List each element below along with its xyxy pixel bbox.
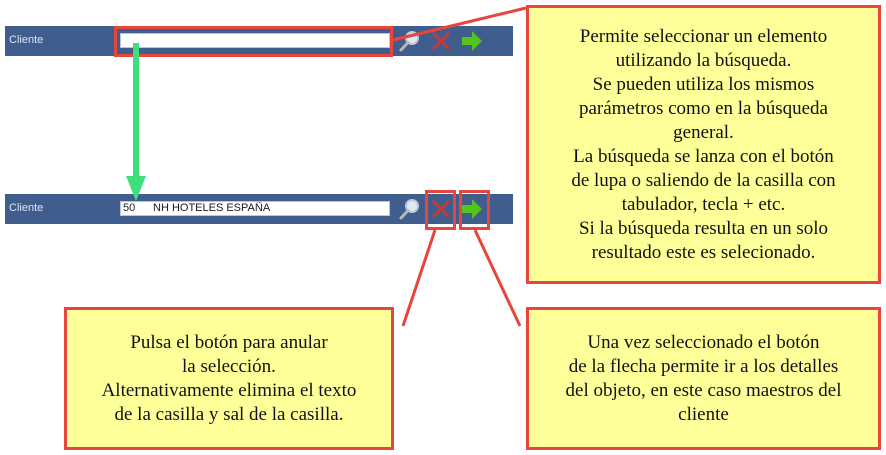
search-help-callout: Permite seleccionar un elemento utilizan… [526,5,881,284]
search-help-text: Permite seleccionar un elemento utilizan… [571,25,836,263]
search-callout-connector [392,6,527,42]
go-callout-connector [473,229,522,327]
flow-arrow-head [126,176,146,201]
clear-help-callout: Pulsa el botón para anular la selección.… [64,307,394,450]
clear-callout-connector [401,229,437,327]
go-help-text: Una vez seleccionado el botón de la flec… [565,331,842,425]
go-help-callout: Una vez seleccionado el botón de la flec… [526,307,881,450]
clear-help-text: Pulsa el botón para anular la selección.… [101,331,357,425]
